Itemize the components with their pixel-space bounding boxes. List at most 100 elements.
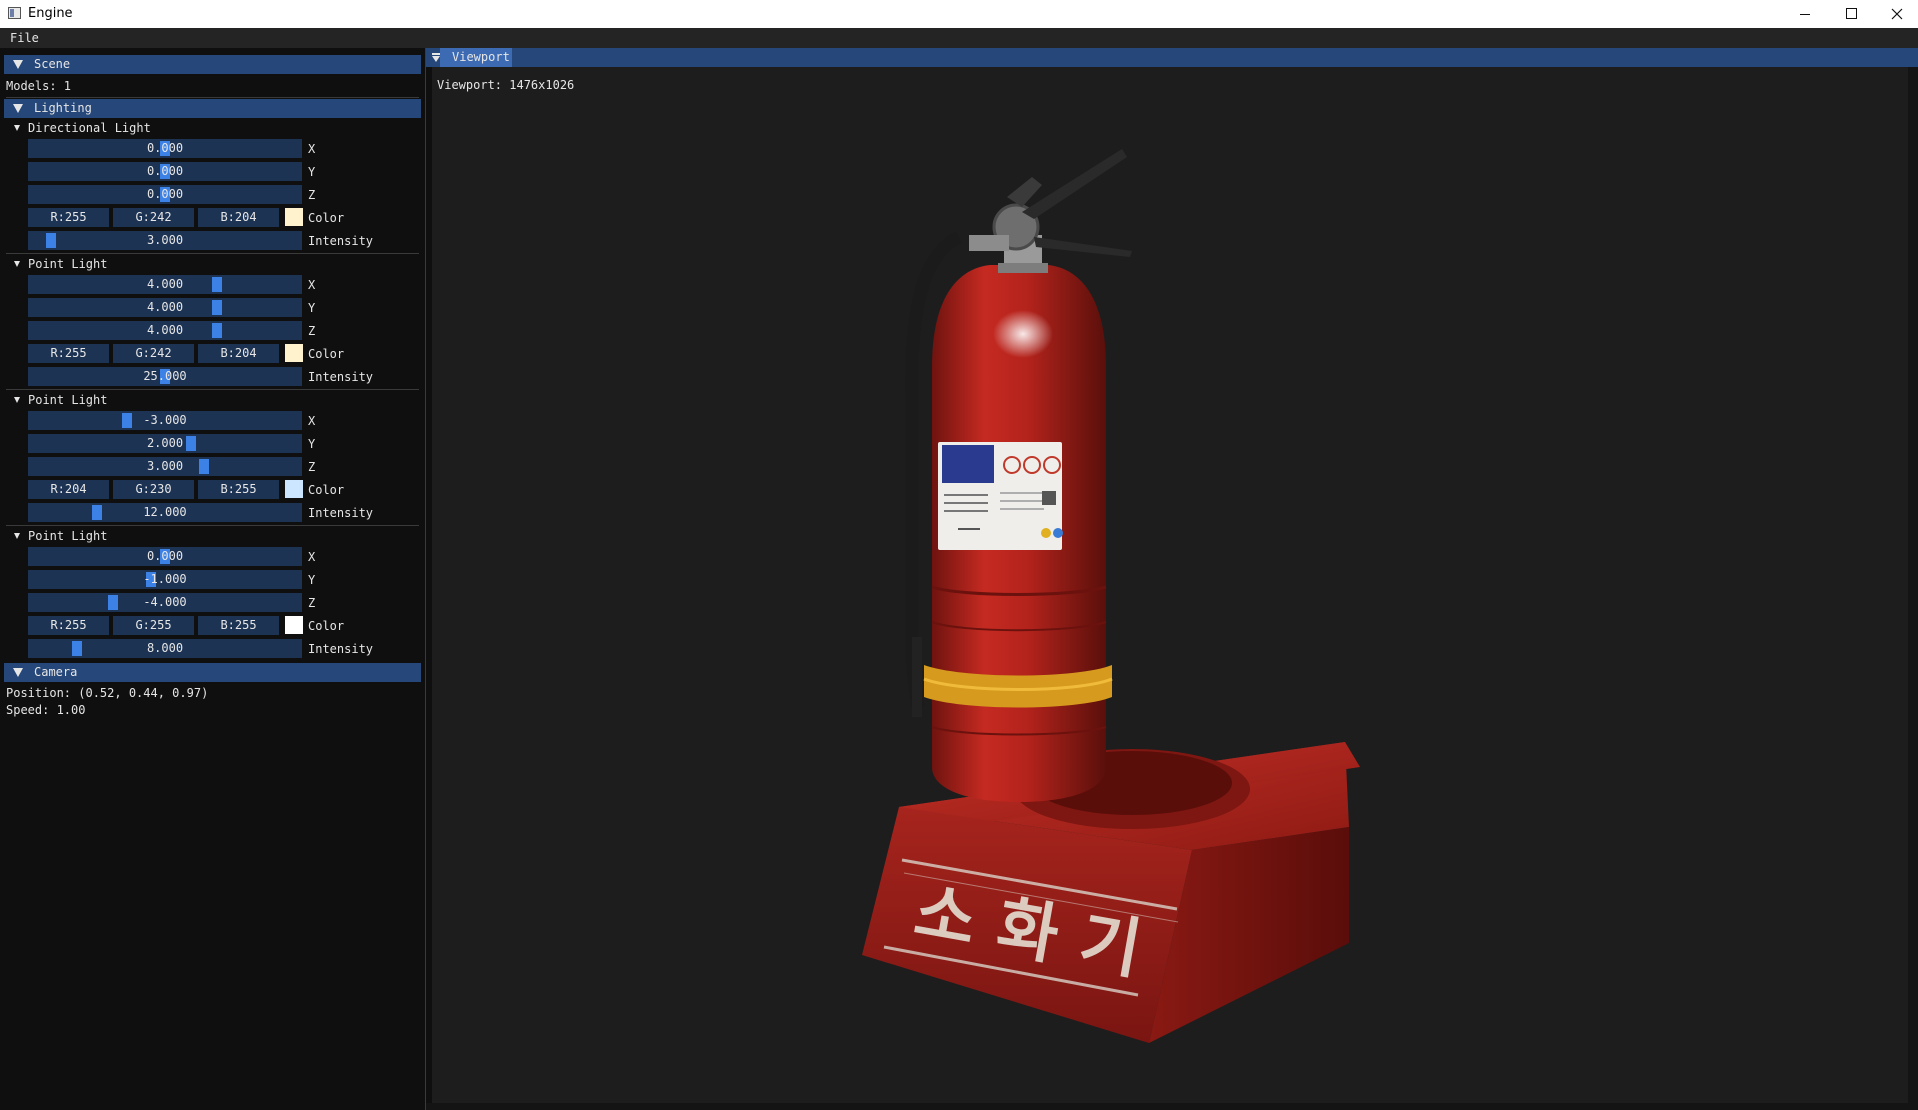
light1-r-field[interactable]: R:255 — [28, 344, 109, 363]
x-label: X — [308, 142, 316, 156]
tree-arrow-icon[interactable] — [14, 125, 20, 131]
g-value: G:230 — [135, 482, 172, 496]
g-value: G:242 — [135, 346, 172, 360]
extinguisher-valve — [969, 149, 1132, 273]
lighting-header-label: Lighting — [34, 101, 92, 115]
light0-y-slider[interactable]: 0.000 — [28, 162, 302, 181]
minimize-button[interactable] — [1782, 0, 1828, 28]
color-swatch[interactable] — [285, 480, 303, 498]
tree-arrow-icon[interactable] — [14, 533, 20, 539]
camera-position: Position: (0.52, 0.44, 0.97) — [6, 686, 209, 700]
g-value: G:255 — [135, 618, 172, 632]
light-title[interactable]: Directional Light — [28, 121, 151, 135]
menu-bar: File — [0, 28, 1918, 48]
intensity-label: Intensity — [308, 234, 374, 248]
light1-intensity-slider[interactable]: 25.000 — [28, 367, 302, 386]
menu-file[interactable]: File — [10, 31, 39, 45]
title-bar: Engine — [0, 0, 1918, 28]
b-value: B:255 — [220, 482, 257, 496]
light1-x-slider[interactable]: 4.000 — [28, 275, 302, 294]
intensity-label: Intensity — [308, 370, 374, 384]
slider-value: 4.000 — [146, 277, 184, 291]
z-label: Z — [308, 324, 316, 338]
light-title[interactable]: Point Light — [28, 257, 107, 271]
r-value: R:255 — [50, 346, 87, 360]
light2-b-field[interactable]: B:255 — [198, 480, 279, 499]
slider-value: 4.000 — [146, 323, 184, 337]
color-label: Color — [308, 619, 345, 633]
light1-b-field[interactable]: B:204 — [198, 344, 279, 363]
extinguisher-base: 소 화 기 — [862, 742, 1360, 1043]
color-swatch[interactable] — [285, 616, 303, 634]
color-label: Color — [308, 347, 345, 361]
x-label: X — [308, 550, 316, 564]
viewport-canvas[interactable]: 소 화 기 — [432, 67, 1908, 1103]
camera-header[interactable]: Camera — [4, 663, 421, 682]
collapse-arrow-icon — [13, 60, 23, 69]
b-value: B:204 — [220, 210, 257, 224]
light2-intensity-slider[interactable]: 12.000 — [28, 503, 302, 522]
hose-nozzle — [912, 637, 922, 717]
slider-value: 3.000 — [146, 233, 184, 247]
scene-header[interactable]: Scene — [4, 55, 421, 74]
light2-y-slider[interactable]: 2.000 — [28, 434, 302, 453]
intensity-label: Intensity — [308, 506, 374, 520]
z-label: Z — [308, 188, 316, 202]
light3-r-field[interactable]: R:255 — [28, 616, 109, 635]
tree-arrow-icon[interactable] — [14, 397, 20, 403]
light-title[interactable]: Point Light — [28, 529, 107, 543]
slider-value: 0.000 — [146, 164, 184, 178]
viewport-bottom-bar — [426, 1103, 1918, 1110]
collapse-arrow-icon — [13, 104, 23, 113]
light0-intensity-slider[interactable]: 3.000 — [28, 231, 302, 250]
color-swatch[interactable] — [285, 208, 303, 226]
window-menu-icon[interactable] — [432, 53, 440, 55]
panel-divider[interactable] — [425, 48, 426, 1110]
light0-x-slider[interactable]: 0.000 — [28, 139, 302, 158]
light3-intensity-slider[interactable]: 8.000 — [28, 639, 302, 658]
g-value: G:242 — [135, 210, 172, 224]
viewport-scrollbar[interactable] — [1908, 67, 1918, 1103]
light3-y-slider[interactable]: -1.000 — [28, 570, 302, 589]
slider-value: -1.000 — [143, 572, 187, 586]
light2-r-field[interactable]: R:204 — [28, 480, 109, 499]
tree-arrow-icon[interactable] — [14, 261, 20, 267]
light3-g-field[interactable]: G:255 — [113, 616, 194, 635]
separator — [6, 97, 419, 98]
color-swatch[interactable] — [285, 344, 303, 362]
color-label: Color — [308, 211, 345, 225]
slider-value: -4.000 — [143, 595, 187, 609]
light0-g-field[interactable]: G:242 — [113, 208, 194, 227]
viewport-tab-bar — [426, 48, 1918, 67]
y-label: Y — [308, 573, 316, 587]
slider-value: 0.000 — [146, 549, 184, 563]
slider-value: 25.000 — [143, 369, 187, 383]
light3-x-slider[interactable]: 0.000 — [28, 547, 302, 566]
light-title[interactable]: Point Light — [28, 393, 107, 407]
light1-g-field[interactable]: G:242 — [113, 344, 194, 363]
window-title: Engine — [28, 6, 73, 21]
light1-y-slider[interactable]: 4.000 — [28, 298, 302, 317]
r-value: R:204 — [50, 482, 87, 496]
window-menu-arrow-icon[interactable] — [432, 56, 440, 62]
light2-x-slider[interactable]: -3.000 — [28, 411, 302, 430]
tab-viewport[interactable]: Viewport — [440, 48, 512, 67]
light0-b-field[interactable]: B:204 — [198, 208, 279, 227]
light2-z-slider[interactable]: 3.000 — [28, 457, 302, 476]
r-value: R:255 — [50, 210, 87, 224]
maximize-button[interactable] — [1828, 0, 1874, 28]
light3-b-field[interactable]: B:255 — [198, 616, 279, 635]
z-label: Z — [308, 596, 316, 610]
camera-header-label: Camera — [34, 665, 78, 679]
light3-z-slider[interactable]: -4.000 — [28, 593, 302, 612]
lighting-header[interactable]: Lighting — [4, 99, 421, 118]
slider-value: 2.000 — [146, 436, 184, 450]
light2-g-field[interactable]: G:230 — [113, 480, 194, 499]
slider-value: 0.000 — [146, 187, 184, 201]
color-label: Color — [308, 483, 345, 497]
close-button[interactable] — [1874, 0, 1918, 28]
light0-r-field[interactable]: R:255 — [28, 208, 109, 227]
collapse-arrow-icon — [13, 668, 23, 677]
light1-z-slider[interactable]: 4.000 — [28, 321, 302, 340]
light0-z-slider[interactable]: 0.000 — [28, 185, 302, 204]
